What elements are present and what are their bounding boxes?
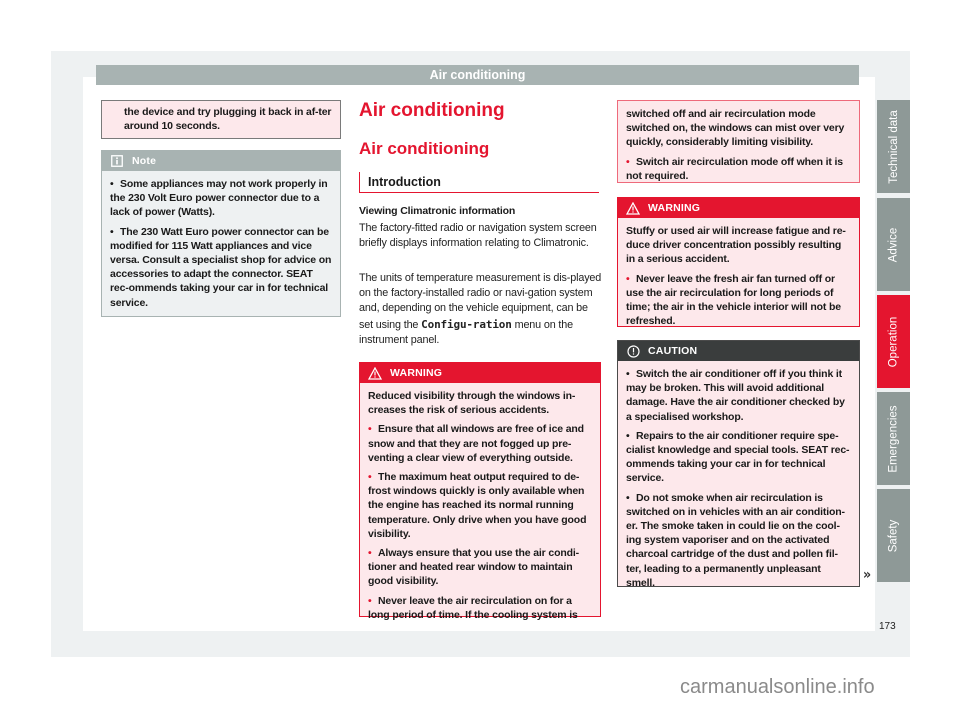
warning-box: WARNING Reduced visibility through the w… [359,362,601,621]
side-tab-safety[interactable]: Safety [877,489,910,582]
bullet-icon: • [368,547,372,560]
side-tab-advice[interactable]: Advice [877,198,910,291]
bullet-icon: • [368,471,372,484]
bullet-icon: • [626,491,630,504]
caution-box: CAUTION • Switch the air conditioner off … [617,340,860,589]
note-header: Note [102,151,340,171]
warning-item: • Never leave the fresh air fan turned of… [626,272,841,328]
bullet-icon: • [626,272,630,285]
warning-item: • Never leave the air recirculation on fo… [368,594,578,621]
warning-box-2: WARNING Stuffy or used air will increase… [617,197,860,327]
warning-intro: Stuffy or used air will increase fatigue… [626,225,846,266]
warning-header: WARNING [360,363,600,383]
warning-continued-intro: switched off and air recirculation mode … [626,108,845,149]
warning-label: WARNING [648,202,701,214]
caution-item: • Repairs to the air conditioner require … [626,429,850,485]
warning-item: • Switch air recirculation mode off when … [626,155,843,182]
warning-item: • Always ensure that you use the air cond… [368,547,579,588]
configuration-menu-ref: Configu-ration [421,317,512,331]
note-box: Note • Some appliances may not work prope… [101,150,341,317]
bullet-icon: • [368,423,372,436]
page-number: 173 [879,621,896,632]
bullet-icon: • [626,368,630,380]
bullet-icon: • [626,155,630,168]
chapter-title: Air conditioning [359,100,505,121]
warning-item: • Ensure that all windows are free of ice… [368,423,584,464]
running-header: Air conditioning [96,65,859,85]
side-tab-operation[interactable]: Operation [877,295,910,388]
caution-item: • Do not smoke when air recirculation is … [626,491,845,589]
note-item: • The 230 Watt Euro power connector can b… [110,225,332,309]
note-item: • Some appliances may not work properly i… [110,178,328,219]
bullet-icon: • [110,225,114,238]
paragraph-1: The factory-fitted radio or navigation s… [359,222,597,250]
paragraph-2: The units of temperature measurement is … [359,272,602,346]
continue-arrow-icon: » [863,567,872,583]
caution-item: • Switch the air conditioner off if you t… [626,368,845,423]
side-tab-technical-data[interactable]: Technical data [877,100,910,193]
bullet-icon: • [368,594,372,607]
warning-item: • The maximum heat output required to de-… [368,471,587,540]
caution-header: CAUTION [618,341,859,361]
warning-triangle-icon [626,201,640,215]
section-title: Air conditioning [359,139,490,158]
continued-text: the device and try plugging it back in a… [124,106,332,133]
topic-title: Viewing Climatronic information [359,205,516,217]
side-tab-emergencies[interactable]: Emergencies [877,392,910,485]
bullet-icon: • [110,178,114,190]
warning-continued-box: switched off and air recirculation mode … [617,100,860,183]
warning-header: WARNING [618,198,859,218]
info-icon [110,154,124,168]
bullet-icon: • [626,429,630,442]
note-label: Note [132,155,157,167]
warning-triangle-icon [368,366,382,380]
subsection-title: Introduction [359,172,599,193]
warning-label: WARNING [390,367,443,379]
caution-label: CAUTION [648,345,698,357]
warning-intro: Reduced visibility through the windows i… [368,390,576,417]
watermark: carmanualsonline.info [680,676,875,698]
caution-icon [626,344,640,358]
continued-box: the device and try plugging it back in a… [101,100,341,140]
